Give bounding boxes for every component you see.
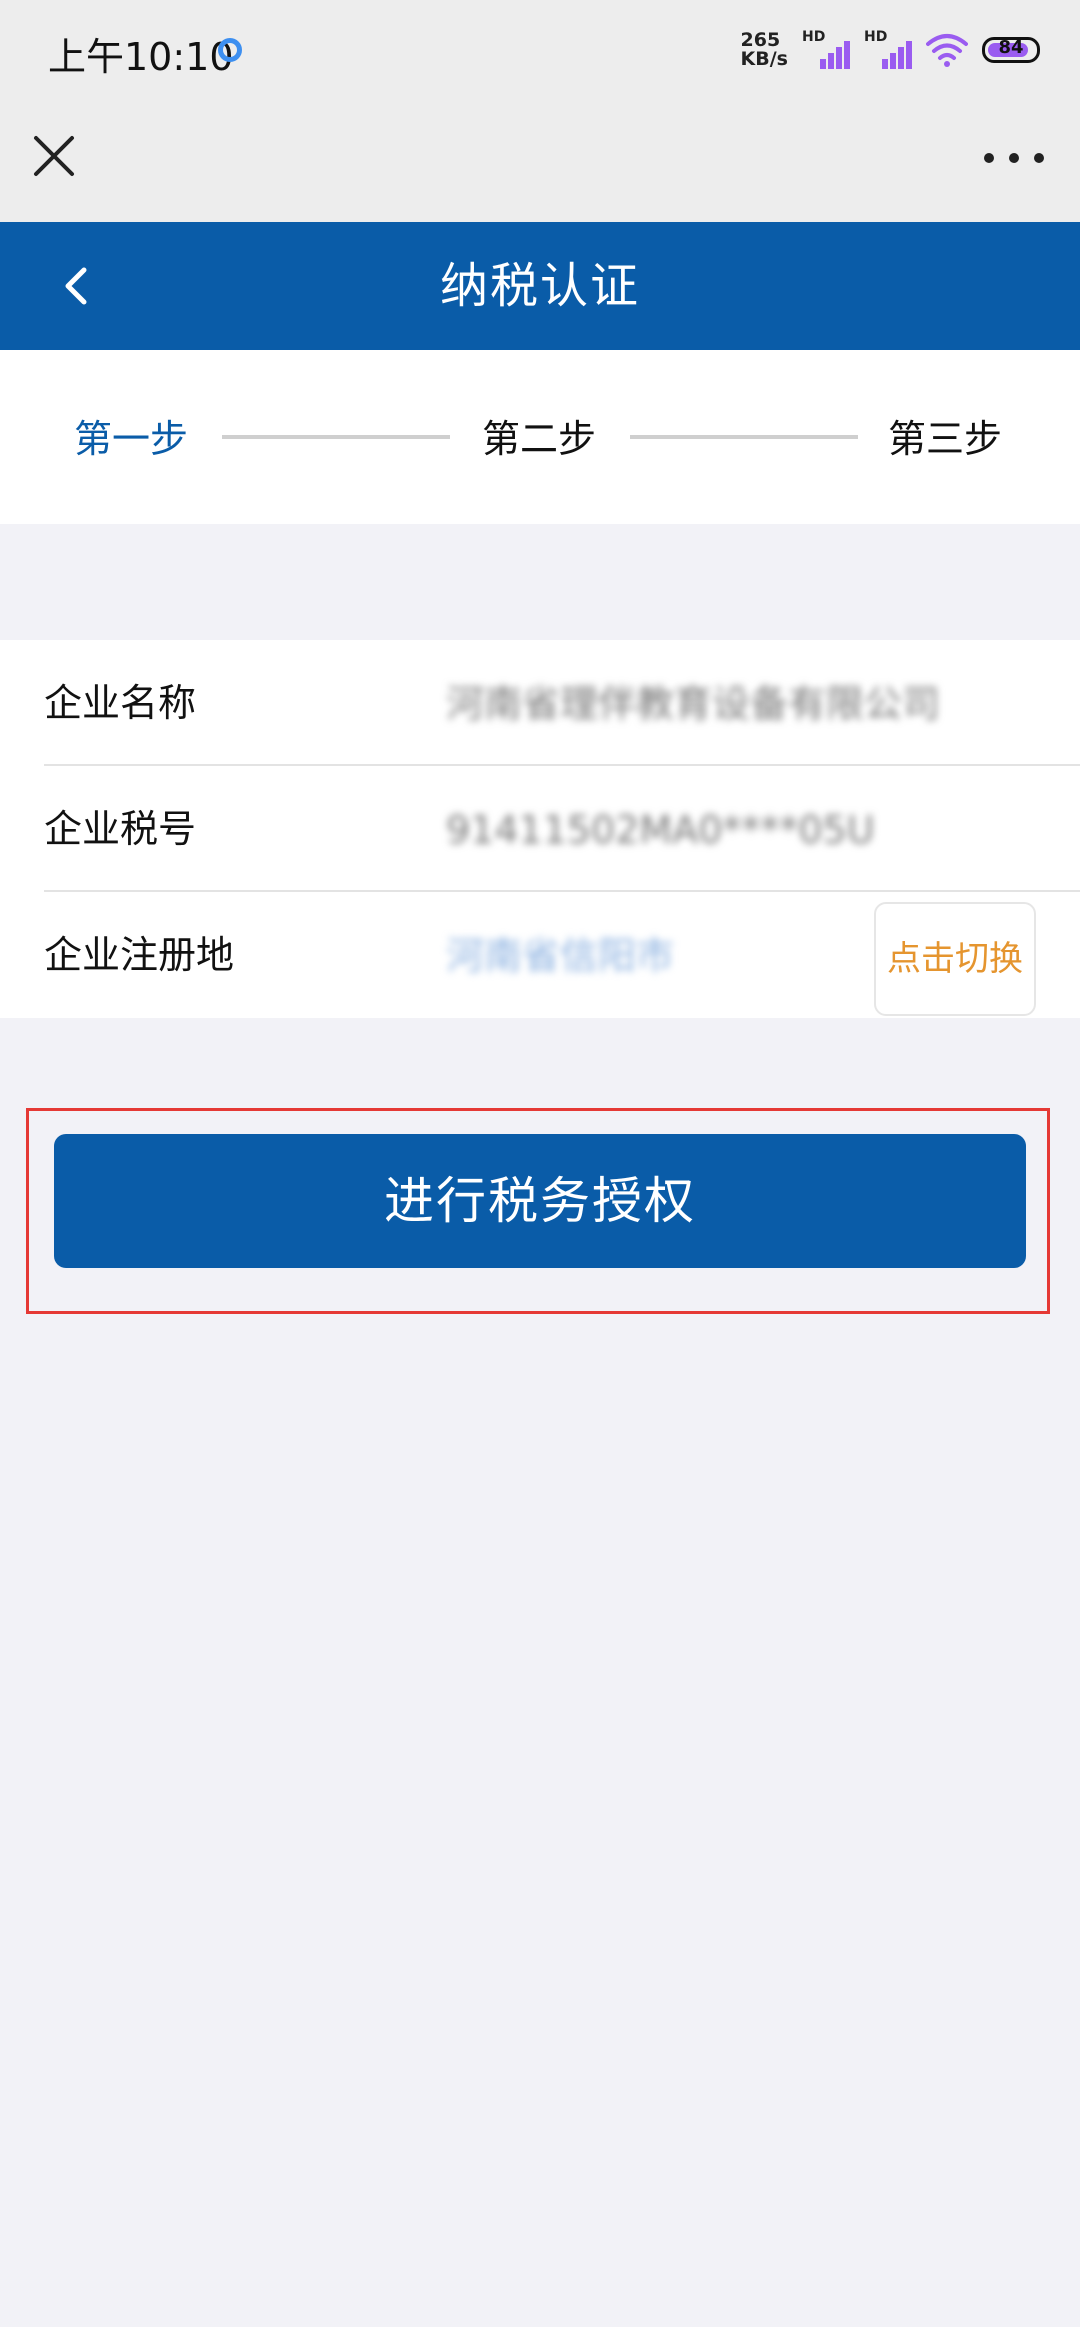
company-info-card: 企业名称 河南省理伴教育设备有限公司 企业税号 91411502MA0****0… <box>0 640 1080 1018</box>
registration-value: 河南省信阳市 <box>446 934 675 978</box>
tax-id-label: 企业税号 <box>44 807 197 851</box>
network-speed-unit: KB/s <box>740 48 788 70</box>
step-connector <box>630 435 858 439</box>
tax-id-value: 91411502MA0****05U <box>446 808 875 852</box>
battery-icon: 84 <box>982 37 1040 63</box>
step-connector <box>222 435 450 439</box>
signal-icon: HD <box>802 29 850 69</box>
signal-icon: HD <box>864 29 912 69</box>
company-name-value: 河南省理伴教育设备有限公司 <box>446 682 941 726</box>
network-speed: 265 KB/s <box>741 31 788 69</box>
step-2: 第二步 <box>482 417 597 461</box>
signal-hd-label: HD <box>802 29 826 45</box>
step-3: 第三步 <box>888 417 1003 461</box>
close-icon[interactable] <box>32 134 76 178</box>
switch-button[interactable]: 点击切换 <box>874 902 1036 1016</box>
notification-app-icon <box>218 38 242 62</box>
step-indicator: 第一步 第二步 第三步 <box>0 350 1080 524</box>
status-icons: 265 KB/s HD HD 84 <box>741 29 1040 70</box>
status-time: 上午10:10 <box>48 35 234 79</box>
wifi-icon <box>926 34 968 67</box>
tax-id-row: 企业税号 91411502MA0****05U <box>0 766 1080 892</box>
battery-level: 84 <box>998 37 1024 58</box>
registration-label: 企业注册地 <box>44 933 235 977</box>
step-1: 第一步 <box>74 417 189 461</box>
company-name-label: 企业名称 <box>44 681 197 725</box>
tax-authorization-button[interactable]: 进行税务授权 <box>54 1134 1026 1268</box>
top-bar <box>0 100 1080 222</box>
signal-hd-label: HD <box>864 29 888 45</box>
company-name-row: 企业名称 河南省理伴教育设备有限公司 <box>0 640 1080 766</box>
page-title: 纳税认证 <box>439 258 640 314</box>
page-header: 纳税认证 <box>0 222 1080 350</box>
status-bar: 上午10:10 265 KB/s HD HD 84 <box>0 0 1080 100</box>
more-icon[interactable] <box>984 150 1044 166</box>
